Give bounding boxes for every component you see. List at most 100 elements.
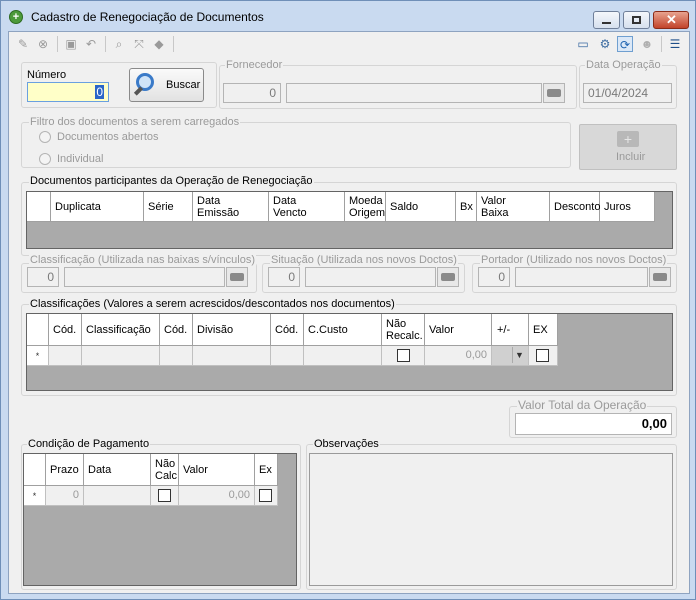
grid-row-header — [27, 192, 51, 222]
col-valor-baixa[interactable]: Valor Baixa — [477, 192, 550, 222]
undo-icon[interactable]: ↶ — [83, 36, 99, 52]
title-bar: + Cadastro de Renegociação de Documentos… — [1, 1, 695, 31]
cell-ccusto[interactable] — [304, 346, 382, 366]
col-cod-ccusto[interactable]: Cód. — [271, 314, 304, 346]
col-bx[interactable]: Bx — [456, 192, 477, 222]
fornecedor-code-input[interactable]: 0 — [223, 83, 281, 103]
refresh-icon[interactable]: ⟳ — [617, 36, 633, 52]
ex-cond-checkbox[interactable] — [259, 489, 272, 502]
col-data[interactable]: Data — [84, 454, 151, 486]
maximize-button[interactable] — [623, 11, 650, 29]
cell-classificacao[interactable] — [82, 346, 160, 366]
situacao-name-input[interactable] — [305, 267, 436, 287]
fornecedor-label: Fornecedor — [225, 59, 284, 71]
portador-name-input[interactable] — [515, 267, 648, 287]
col-divisao[interactable]: Divisão — [193, 314, 271, 346]
cell-ex-cond — [255, 486, 278, 506]
condicao-grid[interactable]: Prazo Data Não Calc Valor Ex * 0 0,00 — [23, 453, 297, 586]
classificacoes-grid[interactable]: Cód. Classificação Cód. Divisão Cód. C.C… — [26, 313, 673, 391]
situacao-code-input[interactable]: 0 — [268, 267, 300, 287]
classificacao-code-input[interactable]: 0 — [27, 267, 59, 287]
col-ccusto[interactable]: C.Custo — [304, 314, 382, 346]
col-ex[interactable]: EX — [529, 314, 558, 346]
incluir-button[interactable]: + Incluir — [579, 124, 677, 170]
cell-valor-cond[interactable]: 0,00 — [179, 486, 255, 506]
col-data-vencto[interactable]: Data Vencto — [269, 192, 345, 222]
cell-cod-divisao[interactable] — [160, 346, 193, 366]
col-nao-recalc-label: Não Recalc. — [386, 318, 423, 342]
buscar-label: Buscar — [166, 79, 201, 91]
documentos-title: Documentos participantes da Operação de … — [29, 175, 314, 187]
col-prazo[interactable]: Prazo — [46, 454, 84, 486]
documentos-abertos-label: Documentos abertos — [57, 131, 159, 143]
cell-prazo[interactable]: 0 — [46, 486, 84, 506]
col-data-emissao[interactable]: Data Emissão — [193, 192, 269, 222]
close-button[interactable]: ✕ — [653, 11, 689, 29]
col-cod-classificacao[interactable]: Cód. — [49, 314, 82, 346]
documentos-grid[interactable]: Duplicata Série Data Emissão Data Vencto… — [26, 191, 673, 249]
situacao-lookup-button[interactable] — [437, 267, 459, 287]
panel-icon[interactable]: ☰ — [667, 36, 683, 52]
col-nao-recalc[interactable]: Não Recalc. — [382, 314, 425, 346]
col-valor-cond[interactable]: Valor — [179, 454, 255, 486]
col-cod-divisao[interactable]: Cód. — [160, 314, 193, 346]
col-moeda-origem-label: Moeda Origem — [349, 195, 386, 219]
col-sinal[interactable]: +/- — [492, 314, 529, 346]
screen-icon[interactable]: ▭ — [575, 36, 591, 52]
add-icon: + — [617, 131, 639, 147]
car-icon — [230, 273, 244, 281]
cell-valor[interactable]: 0,00 — [425, 346, 492, 366]
app-icon: + — [9, 10, 23, 24]
zoom-icon[interactable]: ⌕ — [111, 36, 127, 52]
edit-icon[interactable]: ✎ — [15, 36, 31, 52]
numero-input[interactable]: 0 — [27, 82, 109, 102]
data-operacao-input[interactable]: 01/04/2024 — [583, 83, 672, 103]
window-title: Cadastro de Renegociação de Documentos — [31, 10, 264, 24]
col-valor[interactable]: Valor — [425, 314, 492, 346]
portador-lookup-button[interactable] — [649, 267, 671, 287]
buscar-button[interactable]: Buscar — [129, 68, 204, 102]
settings-icon[interactable]: ⚙ — [597, 36, 613, 52]
incluir-label: Incluir — [616, 151, 646, 163]
eraser-icon[interactable]: ◆ — [151, 36, 167, 52]
toolbar-separator — [57, 36, 58, 52]
col-saldo[interactable]: Saldo — [386, 192, 456, 222]
ex-checkbox[interactable] — [536, 349, 549, 362]
fornecedor-name-input[interactable] — [286, 83, 542, 103]
classificacao-lookup-button[interactable] — [226, 267, 248, 287]
fornecedor-lookup-button[interactable] — [543, 83, 565, 103]
cancel-icon[interactable]: ⊗ — [35, 36, 51, 52]
col-moeda-origem[interactable]: Moeda Origem — [345, 192, 386, 222]
col-nao-calc[interactable]: Não Calc — [151, 454, 179, 486]
col-serie[interactable]: Série — [144, 192, 193, 222]
cell-sinal[interactable]: ▼ — [492, 346, 529, 366]
nao-calc-checkbox[interactable] — [158, 489, 171, 502]
cell-ex — [529, 346, 558, 366]
portador-code-input[interactable]: 0 — [478, 267, 510, 287]
grid-row-header — [27, 314, 49, 346]
classificacao-name-input[interactable] — [64, 267, 225, 287]
col-data-emissao-label: Data Emissão — [197, 195, 240, 219]
cell-divisao[interactable] — [193, 346, 271, 366]
nao-recalc-checkbox[interactable] — [397, 349, 410, 362]
save-icon[interactable]: ▣ — [63, 36, 79, 52]
col-ex-cond[interactable]: Ex — [255, 454, 278, 486]
col-duplicata[interactable]: Duplicata — [51, 192, 144, 222]
numero-label: Número — [27, 69, 67, 81]
cell-nao-calc — [151, 486, 179, 506]
radio-individual[interactable] — [39, 153, 51, 165]
filtro-group — [21, 122, 571, 168]
col-desconto[interactable]: Desconto — [550, 192, 600, 222]
cell-cod-classificacao[interactable] — [49, 346, 82, 366]
expand-icon[interactable]: ⤧ — [131, 36, 147, 52]
col-classificacao[interactable]: Classificação — [82, 314, 160, 346]
radio-documentos-abertos[interactable] — [39, 131, 51, 143]
user-icon[interactable]: ☻ — [639, 36, 655, 52]
observacoes-textarea[interactable] — [309, 453, 673, 586]
valor-total-input[interactable]: 0,00 — [515, 413, 672, 435]
col-juros[interactable]: Juros — [600, 192, 655, 222]
cell-data[interactable] — [84, 486, 151, 506]
cell-cod-ccusto[interactable] — [271, 346, 304, 366]
window: + Cadastro de Renegociação de Documentos… — [0, 0, 696, 600]
minimize-button[interactable] — [593, 11, 620, 29]
